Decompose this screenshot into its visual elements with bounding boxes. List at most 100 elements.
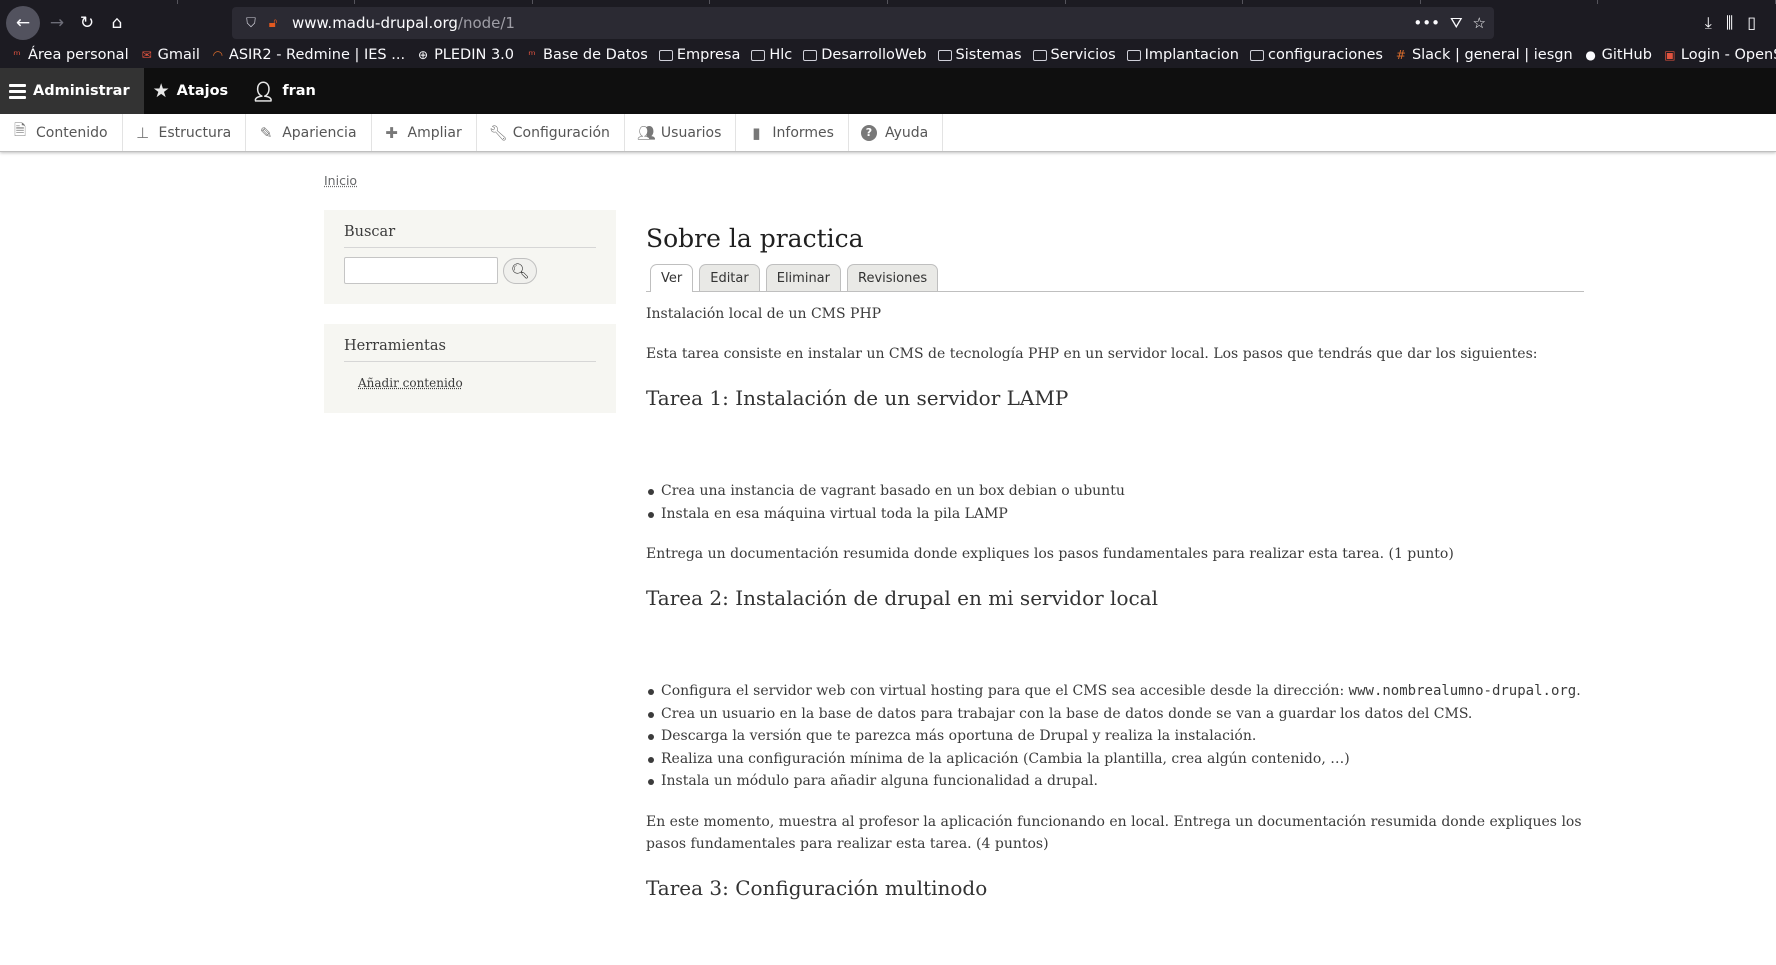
tray-item-apariencia[interactable]: ✎ Apariencia (246, 114, 372, 151)
bookmark-item[interactable]: ✉ Gmail (140, 47, 200, 63)
bookmark-item[interactable]: DesarrolloWeb (803, 47, 927, 63)
github-icon: ● (1585, 48, 1596, 62)
bookmark-label: Login - OpenStack Das... (1680, 47, 1776, 63)
help-icon: ? (860, 124, 877, 141)
folder-icon (1032, 49, 1047, 61)
page-title: Sobre la practica (646, 224, 864, 253)
bookmark-label: DesarrolloWeb (821, 47, 927, 63)
bookmark-label: GitHub (1601, 47, 1652, 63)
home-icon[interactable]: ⌂ (102, 8, 132, 38)
bookmark-item[interactable]: ᵐ Área personal (10, 47, 128, 63)
tray-item-label: Informes (772, 124, 834, 141)
code-domain: www.nombrealumno-drupal.org (1348, 683, 1577, 699)
slack-icon: # (1395, 48, 1406, 62)
bookmark-item[interactable]: ▣ Login - OpenStack Das... (1663, 47, 1776, 63)
tray-item-estructura[interactable]: ⊥ Estructura (123, 114, 247, 151)
add-content-link[interactable]: Añadir contenido (358, 376, 463, 390)
tray-item-label: Ayuda (884, 124, 929, 141)
browser-tabstrip (0, 0, 1776, 4)
tab-editar[interactable]: Editar (699, 264, 760, 291)
gmail-icon: ✉ (141, 48, 152, 62)
folder-icon (658, 49, 673, 61)
tray-item-label: Usuarios (660, 124, 722, 141)
moodle-icon: ᵐ (528, 48, 536, 62)
bookmark-item[interactable]: Empresa (658, 47, 740, 63)
user-button[interactable]: 👤︎ fran (242, 68, 330, 114)
list-item: Crea una instancia de vagrant basado en … (646, 480, 1584, 503)
bookmark-item[interactable]: # Slack | general | iesgn (1394, 47, 1573, 63)
bookmarks-bar: ᵐ Área personal ✉ Gmail ◠ ASIR2 - Redmine | I… (0, 42, 1776, 68)
administrar-button[interactable]: Administrar (0, 68, 144, 114)
url-text[interactable]: www.madu-drupal.org/node/1 (292, 14, 1413, 32)
list-item: Configura el servidor web con virtual ho… (646, 680, 1584, 703)
task2-list: Configura el servidor web con virtual ho… (646, 680, 1584, 793)
bookmark-item[interactable]: Implantacion (1126, 47, 1239, 63)
bookmark-item[interactable]: ● GitHub (1584, 47, 1652, 63)
tray-item-informes[interactable]: ▮ Informes (736, 114, 849, 151)
tray-item-ampliar[interactable]: ✚ Ampliar (372, 114, 477, 151)
browser-navbar: ← → ↻ ⌂ ⛉ 🔓︎ www.madu-drupal.org/node/1 … (0, 4, 1776, 42)
task1-list: Crea una instancia de vagrant basado en … (646, 480, 1584, 525)
search-button[interactable]: 🔍︎ (503, 257, 537, 284)
atajos-button[interactable]: ★ Atajos (144, 68, 243, 114)
bookmark-label: Slack | general | iesgn (1411, 47, 1573, 63)
insecure-lock-icon[interactable]: 🔓︎ (262, 16, 284, 31)
task2-heading: Tarea 2: Instalación de drupal en mi ser… (646, 586, 1159, 610)
folder-icon (937, 49, 952, 61)
openstack-icon: ▣ (1664, 48, 1676, 62)
main-content: Sobre la practica Ver Editar Eliminar Revis… (646, 224, 1584, 900)
list-item-end: . (1576, 683, 1581, 699)
bookmark-label: ASIR2 - Redmine | IES ... (228, 47, 406, 63)
list-item: Descarga la versión que te parezca más o… (646, 725, 1584, 748)
tab-eliminar[interactable]: Eliminar (765, 264, 841, 291)
tab-revisiones[interactable]: Revisiones (847, 264, 939, 291)
bookmark-item[interactable]: Hlc (751, 47, 792, 63)
reload-icon[interactable]: ↻ (72, 8, 102, 38)
bookmark-item[interactable]: Sistemas (937, 47, 1022, 63)
globe-icon: ⊕ (418, 48, 429, 62)
bookmark-item[interactable]: ◠ ASIR2 - Redmine | IES ... (211, 47, 405, 63)
list-item: Instala un módulo para añadir alguna fun… (646, 770, 1584, 793)
tray-item-usuarios[interactable]: 👥︎ Usuarios (625, 114, 737, 151)
administrar-label: Administrar (33, 83, 130, 99)
task2-note: En este momento, muestra al profesor la … (646, 813, 1582, 852)
tray-item-configuración[interactable]: 🔧︎ Configuración (477, 114, 625, 151)
bookmark-item[interactable]: ᵐ Base de Datos (525, 47, 648, 63)
bookmark-label: Gmail (157, 47, 200, 63)
bookmark-item[interactable]: Servicios (1032, 47, 1116, 63)
back-icon[interactable]: ← (6, 6, 40, 40)
folder-icon (1249, 49, 1264, 61)
bookmark-label: Implantacion (1144, 47, 1239, 63)
node-tabs: Ver Editar Eliminar Revisiones (646, 264, 1584, 292)
downloads-icon[interactable]: ⤓ (1705, 13, 1712, 33)
file-icon: 🗎︎ (13, 121, 27, 139)
breadcrumb-home-link[interactable]: Inicio (324, 173, 357, 188)
search-block: Buscar 🔍︎ (324, 210, 616, 304)
tray-item-ayuda[interactable]: ? Ayuda (849, 114, 944, 151)
tray-item-label: Configuración (512, 124, 610, 141)
sitemap-icon: ⊥ (135, 123, 150, 142)
page-actions-icon[interactable]: ••• (1413, 14, 1440, 32)
forward-icon[interactable]: → (42, 8, 72, 38)
bookmark-label: Sistemas (955, 47, 1022, 63)
list-item: Instala en esa máquina virtual toda la p… (646, 503, 1584, 526)
redmine-icon: ◠ (212, 48, 224, 62)
tray-item-contenido[interactable]: 🗎︎ Contenido (0, 114, 123, 151)
bookmark-star-icon[interactable]: ☆ (1473, 14, 1486, 32)
url-bar[interactable]: ⛉ 🔓︎ www.madu-drupal.org/node/1 ••• ⛛ ☆ (232, 7, 1494, 39)
bookmark-item[interactable]: ⊕ PLEDIN 3.0 (416, 47, 514, 63)
shield-icon[interactable]: ⛉ (240, 16, 262, 31)
bookmark-label: PLEDIN 3.0 (434, 47, 515, 63)
pocket-icon[interactable]: ⛛ (1450, 14, 1463, 32)
folder-icon (1126, 49, 1141, 61)
library-icon[interactable]: ⫼ (1726, 13, 1733, 33)
search-input[interactable] (344, 257, 498, 284)
bookmark-item[interactable]: configuraciones (1249, 47, 1383, 63)
user-icon: 👤︎ (251, 80, 276, 103)
wrench-icon: 🔧︎ (488, 123, 508, 142)
menu-icon (9, 83, 26, 99)
tab-ver[interactable]: Ver (650, 264, 694, 292)
folder-icon (751, 49, 766, 61)
user-label: fran (282, 83, 316, 99)
sidebar-toggle-icon[interactable]: ▯ (1747, 13, 1756, 33)
